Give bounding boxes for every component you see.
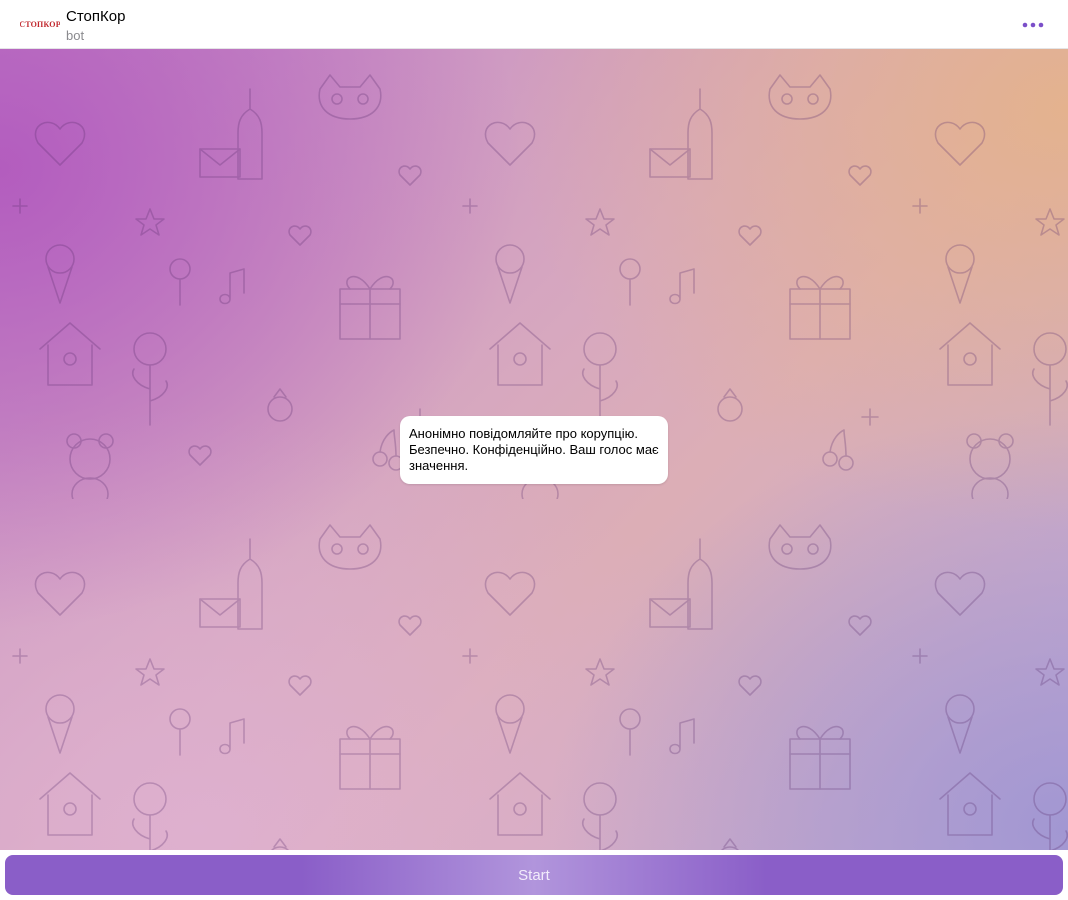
more-dots-icon bbox=[1022, 22, 1044, 28]
bottom-action-bar: Start bbox=[0, 850, 1068, 900]
chat-title: СтопКор bbox=[66, 8, 126, 25]
avatar[interactable]: СТОПКОР bbox=[20, 4, 60, 44]
more-menu-button[interactable] bbox=[1018, 14, 1048, 36]
chat-message-area[interactable]: Анонімно повідомляйте про корупцію. Безп… bbox=[0, 49, 1068, 850]
chat-subtitle: bot bbox=[66, 28, 85, 43]
chat-header: СТОПКОР СтопКор bot bbox=[0, 0, 1068, 49]
start-button[interactable]: Start bbox=[5, 855, 1063, 895]
message-text: Анонімно повідомляйте про корупцію. Безп… bbox=[409, 426, 659, 473]
telegram-bot-chat-window: СТОПКОР СтопКор bot Анонімно повідомляйт… bbox=[0, 0, 1068, 900]
avatar-logo-text: СТОПКОР bbox=[20, 19, 60, 29]
chat-title-block[interactable]: СтопКор bot bbox=[66, 8, 125, 44]
message-bubble[interactable]: Анонімно повідомляйте про корупцію. Безп… bbox=[400, 416, 668, 484]
